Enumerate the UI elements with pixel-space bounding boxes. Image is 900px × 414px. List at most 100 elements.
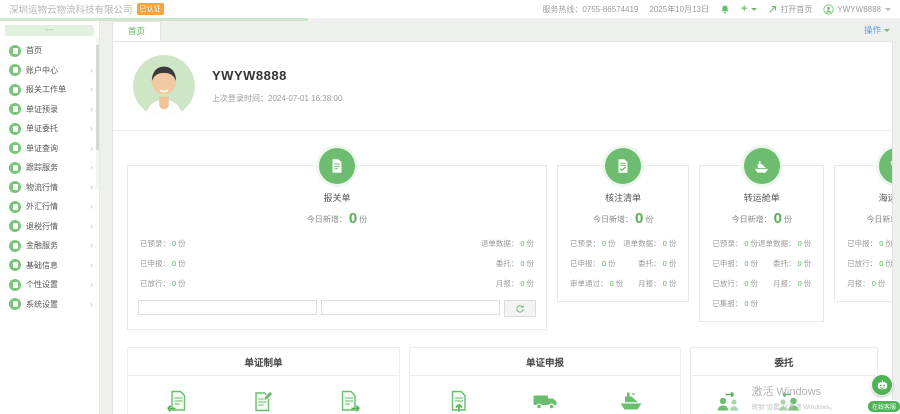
document-icon xyxy=(319,148,355,184)
plus-icon: + xyxy=(741,4,747,15)
robot-face-icon xyxy=(871,374,893,396)
shortcut-manifest-land[interactable]: 舱单 (陆运) xyxy=(508,389,582,414)
chevron-right-icon xyxy=(90,183,93,192)
open-home-link[interactable]: 打开首页 xyxy=(768,4,812,15)
menu-doc-icon xyxy=(9,142,21,154)
sidebar-item-home[interactable]: 首页 xyxy=(0,41,99,61)
tab-bar: 首页 操作 xyxy=(100,21,900,41)
menu-doc-icon xyxy=(9,259,21,271)
card-title: 报关单 xyxy=(128,191,546,204)
sidebar-item-doc-delegate[interactable]: 单证委托 xyxy=(0,119,99,139)
shortcut-declaration-export[interactable]: 报关单 (出口) xyxy=(313,389,387,414)
chevron-right-icon xyxy=(90,85,93,94)
stat-card-sea-booking: 海运订舱 今日新增：0份 已申报：0份 审核通过：0份 已放行：0份 委托：0份… xyxy=(834,165,893,302)
sidebar-item-personal-settings[interactable]: 个性设置 xyxy=(0,275,99,295)
doc-edit-icon xyxy=(251,389,275,413)
certified-badge: 已认证 xyxy=(137,3,164,15)
shortcut-original-manifest[interactable]: 原始舱单 (跨境进口) xyxy=(226,389,300,414)
menu-doc-icon xyxy=(9,162,21,174)
chevron-right-icon xyxy=(90,300,93,309)
document-check-icon xyxy=(605,148,641,184)
hotline: 服务热线：0755-86574419 xyxy=(542,4,638,15)
sidebar-item-logistics-market[interactable]: 物流行情 xyxy=(0,178,99,198)
menu-doc-icon xyxy=(9,220,21,232)
card-today: 今日新增：0份 xyxy=(700,210,823,227)
card-today: 今日新增：0份 xyxy=(128,210,546,227)
sidebar-collapse-button[interactable]: — xyxy=(5,25,94,36)
query-input-start[interactable] xyxy=(138,300,317,315)
top-header: 深圳运物云物流科技有限公司 已认证 服务热线：0755-86574419 202… xyxy=(0,0,900,18)
query-input-end[interactable] xyxy=(321,300,500,315)
profile-username: YWYW8888 xyxy=(212,68,342,83)
sidebar-scrollbar[interactable] xyxy=(96,39,99,189)
section-title: 单证制单 xyxy=(128,348,399,376)
stat-card-customs-declaration: 报关单 今日新增：0份 已预录：0份 退单数据：0份 已申报：0份 委托：0份 … xyxy=(127,165,547,330)
sidebar-item-forex-market[interactable]: 外汇行情 xyxy=(0,197,99,217)
open-home-icon xyxy=(768,5,777,14)
content-panel: YWYW8888 上次登录时间：2024-07-01 16:38:00 报关单 … xyxy=(112,41,893,414)
refresh-button[interactable] xyxy=(504,300,536,317)
sidebar-scrollbar-thumb[interactable] xyxy=(96,45,99,150)
chevron-right-icon xyxy=(90,280,93,289)
card-stats: 已申报：0份 审核通过：0份 已放行：0份 委托：0份 月报：0份 xyxy=(835,238,893,289)
sidebar-item-taxrefund-market[interactable]: 退税行情 xyxy=(0,217,99,237)
doc-upload-icon xyxy=(447,389,471,413)
chevron-right-icon xyxy=(90,66,93,75)
card-stats: 已预录：0份 退单数据：0份 已申报：0份 委托：0份 审单通过：0份 月报：0… xyxy=(558,238,688,289)
menu-doc-icon xyxy=(9,64,21,76)
chevron-right-icon xyxy=(90,105,93,114)
main-area: 首页 操作 xyxy=(100,21,900,414)
chevron-right-icon xyxy=(90,144,93,153)
card-title: 核注清单 xyxy=(558,191,688,204)
card-stats: 已预录：0份 退单数据：0份 已申报：0份 委托：0份 已放行：0份 月报：0份… xyxy=(700,238,823,309)
chevron-right-icon xyxy=(90,163,93,172)
action-dropdown-button[interactable]: 操作 xyxy=(864,24,890,41)
shortcut-manifest-sea[interactable]: 舱单 (海运) xyxy=(594,389,668,414)
sidebar-item-finance-service[interactable]: 金融服务 xyxy=(0,236,99,256)
notification-bell-button[interactable] xyxy=(720,4,730,15)
menu-doc-icon xyxy=(9,298,21,310)
caret-down-icon xyxy=(751,8,757,11)
card-stats: 已预录：0份 退单数据：0份 已申报：0份 委托：0份 已放行：0份 月报：0份 xyxy=(128,238,546,289)
menu-doc-icon xyxy=(9,84,21,96)
card-today: 今日新增：0份 xyxy=(835,210,893,227)
menu-doc-icon xyxy=(9,181,21,193)
online-service-widget[interactable]: 在线客服 xyxy=(867,374,897,414)
bell-icon xyxy=(720,4,730,15)
trophy-icon xyxy=(879,148,893,184)
card-today: 今日新增：0份 xyxy=(558,210,688,227)
doc-export-icon xyxy=(338,389,362,413)
doc-import-icon xyxy=(165,389,189,413)
menu-doc-icon xyxy=(9,240,21,252)
shortcut-declaration-upload[interactable]: 报关单 xyxy=(422,389,496,414)
section-doc-declare: 单证申报 报关单 舱单 (陆运) xyxy=(409,347,681,414)
chevron-right-icon xyxy=(90,261,93,270)
stat-card-checklist: 核注清单 今日新增：0份 已预录：0份 退单数据：0份 已申报：0份 委托：0份… xyxy=(557,165,689,302)
sidebar-item-basic-info[interactable]: 基础信息 xyxy=(0,256,99,276)
current-date: 2025年10月13日 xyxy=(649,4,709,15)
chevron-right-icon xyxy=(90,124,93,133)
online-service-label: 在线客服 xyxy=(867,400,900,413)
sidebar-item-doc-query[interactable]: 单证查询 xyxy=(0,139,99,159)
username: YWYW8888 xyxy=(837,5,881,14)
stat-cards-row: 报关单 今日新增：0份 已预录：0份 退单数据：0份 已申报：0份 委托：0份 … xyxy=(127,165,878,330)
add-menu-button[interactable]: + xyxy=(741,4,757,15)
sidebar-item-system-settings[interactable]: 系统设置 xyxy=(0,295,99,315)
user-menu-button[interactable]: YWYW8888 xyxy=(823,4,891,15)
truck-icon xyxy=(532,389,558,413)
menu-doc-icon xyxy=(9,103,21,115)
sidebar-item-account-center[interactable]: 账户中心 xyxy=(0,61,99,81)
tab-home[interactable]: 首页 xyxy=(112,21,161,41)
sidebar-item-doc-preentry[interactable]: 单证预录 xyxy=(0,100,99,120)
menu-doc-icon xyxy=(9,45,21,57)
shortcut-delegate-manage[interactable]: 委托管理 xyxy=(713,389,743,414)
last-login: 上次登录时间：2024-07-01 16:38:00 xyxy=(212,93,342,104)
menu-doc-icon xyxy=(9,123,21,135)
shortcut-declaration-import[interactable]: 报关单 (进口) xyxy=(140,389,214,414)
section-doc-creation: 单证制单 报关单 (进口) 原始舱单 (跨境进口) xyxy=(127,347,400,414)
sidebar-item-customs-worksheet[interactable]: 报关工作单 xyxy=(0,80,99,100)
windows-activation-watermark: 激活 Windows 转到“设置”以激活 Windows。 xyxy=(751,383,836,411)
caret-down-icon xyxy=(885,8,891,11)
sidebar: — 首页 账户中心 报关工作单 单证预录 单证委托 单证查询 xyxy=(0,21,100,414)
sidebar-item-tracking-service[interactable]: 跟踪服务 xyxy=(0,158,99,178)
